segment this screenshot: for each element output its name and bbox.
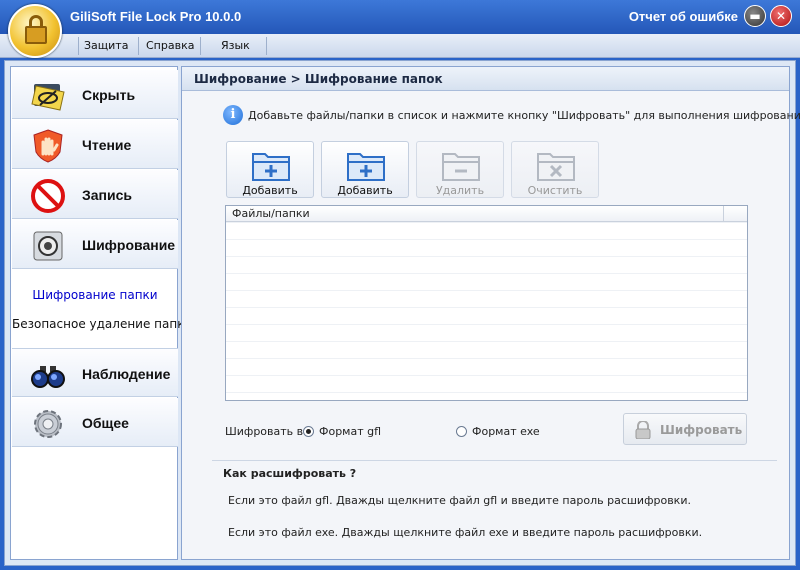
divider	[212, 460, 777, 461]
radio-unselected-icon	[456, 426, 467, 437]
add-file-button[interactable]: Добавить	[321, 141, 409, 198]
list-header: Файлы/папки	[226, 206, 747, 222]
menu-bar: Защита Справка Язык	[0, 34, 800, 58]
remove-folder-icon	[442, 153, 480, 181]
breadcrumb: Шифрование > Шифрование папок	[182, 67, 789, 91]
title-bar: GiliSoft File Lock Pro 10.0.0 Отчет об о…	[0, 0, 800, 34]
format-gfl-label: Формат gfl	[319, 425, 382, 438]
format-exe-label: Формат exe	[472, 425, 540, 438]
format-gfl-radio[interactable]: Формат gfl	[303, 425, 381, 438]
add-folder-button[interactable]: Добавить	[226, 141, 314, 198]
close-button[interactable]: ✕	[770, 5, 792, 27]
main-panel: Шифрование > Шифрование папок i Добавьте…	[181, 66, 800, 560]
how-to-decrypt-title: Как расшифровать ?	[223, 467, 357, 480]
how-to-decrypt-exe: Если это файл exe. Дважды щелкните файл …	[228, 526, 703, 539]
radio-selected-icon	[303, 426, 314, 437]
sidebar-item-label: Шифрование	[82, 237, 176, 253]
hide-eye-icon	[31, 84, 65, 111]
sidebar-item-label: Запись	[82, 187, 133, 203]
how-to-decrypt-gfl: Если это файл gfl. Дважды щелкните файл …	[228, 494, 691, 507]
sidebar-item-label: Общее	[82, 415, 129, 431]
sidebar-item-encryption[interactable]: Шифрование	[12, 220, 178, 269]
sidebar: Скрыть Чтение Запись Шифрование Шифрован…	[10, 66, 192, 560]
delete-label: Удалить	[435, 184, 485, 197]
sidebar-item-read[interactable]: Чтение	[12, 120, 178, 169]
gear-icon	[34, 410, 62, 438]
add-folder-icon	[252, 153, 290, 181]
menu-protection[interactable]: Защита	[84, 39, 128, 52]
menu-language[interactable]: Язык	[221, 39, 250, 52]
add-folder-label: Добавить	[242, 184, 298, 197]
sidebar-item-write[interactable]: Запись	[12, 170, 178, 219]
add-file-icon	[347, 153, 385, 181]
error-report-link[interactable]: Отчет об ошибке	[629, 9, 738, 24]
menu-separator	[200, 37, 201, 55]
encrypt-button[interactable]: Шифровать	[623, 413, 747, 445]
minimize-button[interactable]: ▬	[744, 5, 766, 27]
encrypt-to-label: Шифровать в:	[225, 425, 307, 438]
column-divider	[723, 206, 724, 222]
no-write-icon	[31, 179, 65, 213]
encryption-safe-icon	[33, 231, 63, 261]
delete-button[interactable]: Удалить	[416, 141, 504, 198]
info-text: Добавьте файлы/папки в список и нажмите …	[248, 109, 800, 122]
clear-folder-icon	[537, 153, 575, 181]
sidebar-subitem-folder-encryption[interactable]: Шифрование папки	[12, 288, 178, 302]
read-shield-hand-icon	[33, 129, 63, 163]
sidebar-subitem-secure-delete[interactable]: Безопасное удаление папки	[12, 317, 192, 331]
format-exe-radio[interactable]: Формат exe	[456, 425, 540, 438]
app-title: GiliSoft File Lock Pro 10.0.0	[70, 9, 242, 24]
menu-separator	[266, 37, 267, 55]
sidebar-item-monitoring[interactable]: Наблюдение	[12, 348, 178, 397]
menu-separator	[138, 37, 139, 55]
info-icon: i	[223, 105, 243, 125]
binoculars-icon	[31, 366, 65, 388]
column-header-files-folders[interactable]: Файлы/папки	[232, 207, 310, 220]
app-logo-lock-icon	[8, 4, 62, 58]
sidebar-item-label: Скрыть	[82, 87, 136, 103]
clear-label: Очистить	[527, 184, 583, 197]
sidebar-item-general[interactable]: Общее	[12, 398, 178, 447]
sidebar-item-hide[interactable]: Скрыть	[12, 70, 178, 119]
clear-button[interactable]: Очистить	[511, 141, 599, 198]
sidebar-item-label: Наблюдение	[82, 366, 171, 382]
menu-help[interactable]: Справка	[146, 39, 194, 52]
menu-separator	[78, 37, 79, 55]
encrypt-button-label: Шифровать	[660, 423, 743, 437]
lock-icon	[635, 421, 651, 439]
files-folders-list[interactable]: Файлы/папки	[225, 205, 748, 401]
add-file-label: Добавить	[337, 184, 393, 197]
sidebar-item-label: Чтение	[82, 137, 132, 153]
